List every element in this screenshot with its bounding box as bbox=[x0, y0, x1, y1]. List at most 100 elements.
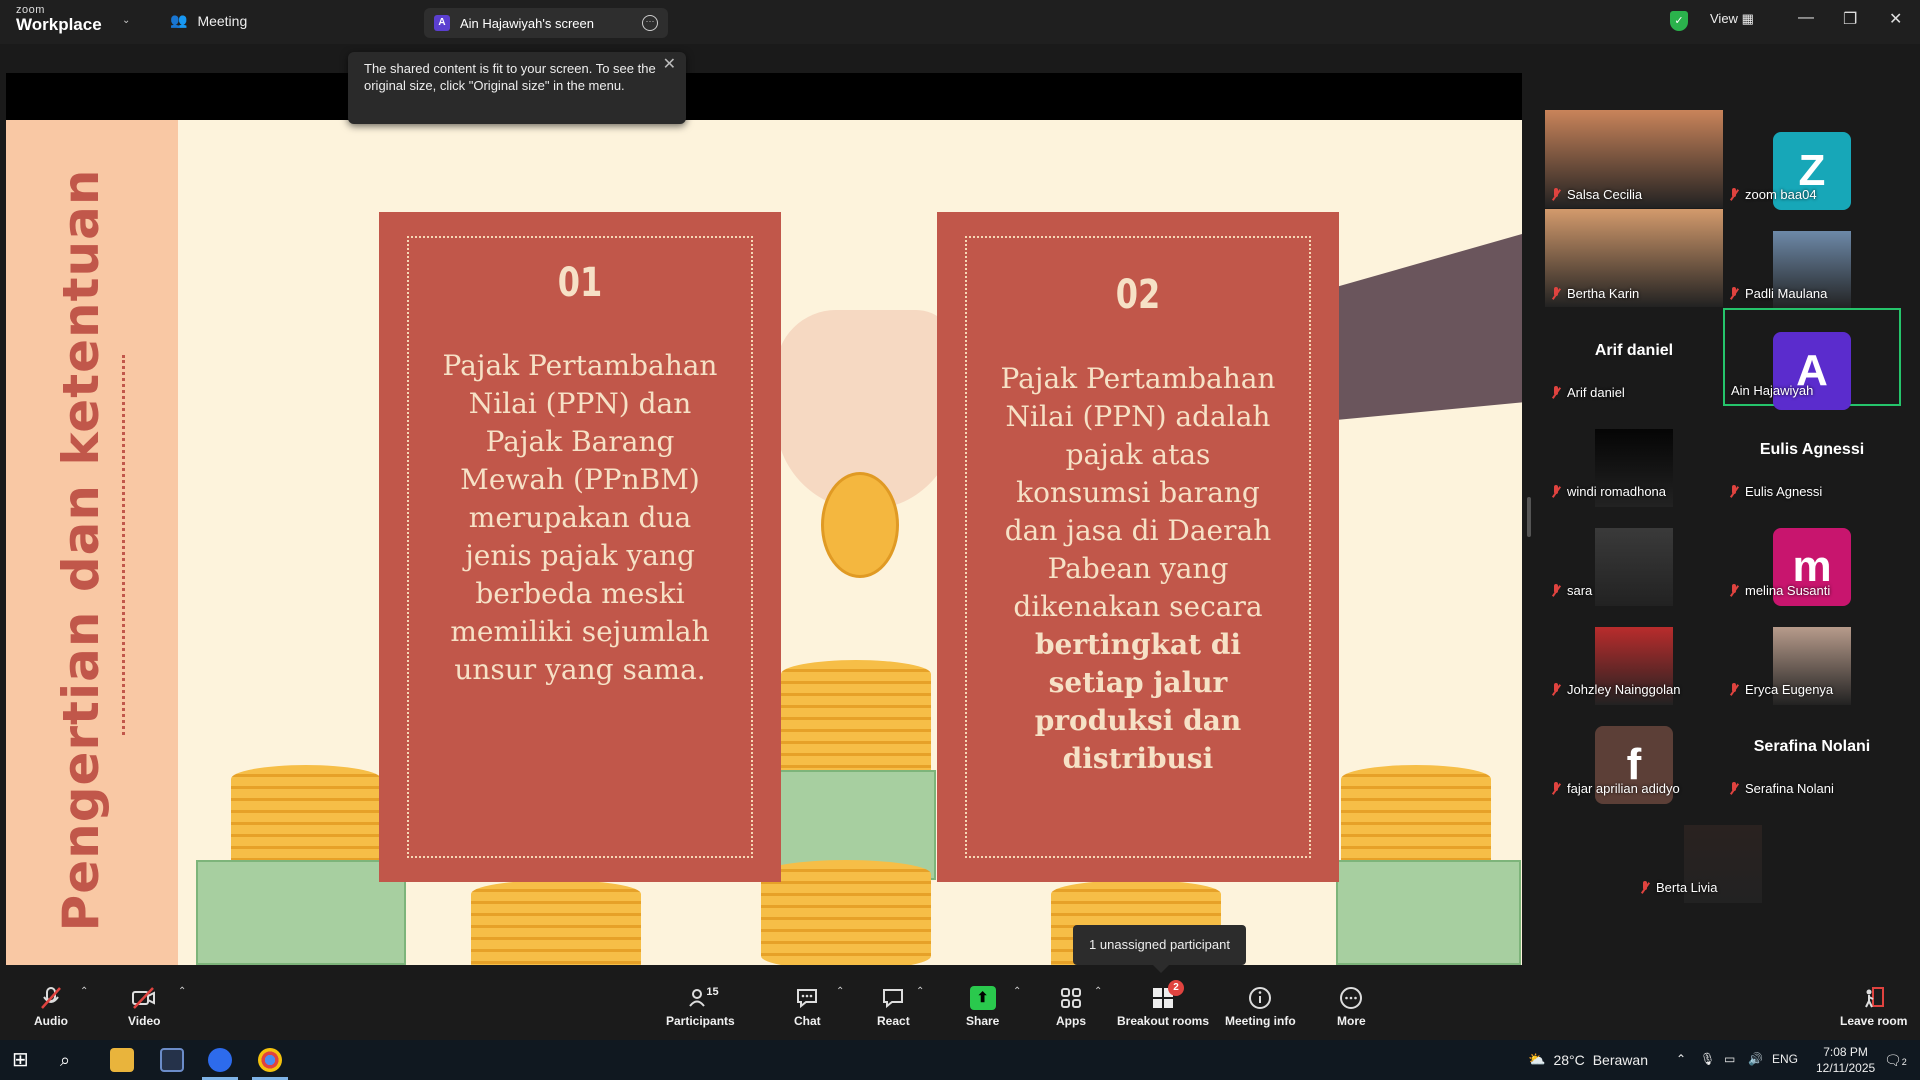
restore-icon[interactable]: ❐ bbox=[1843, 9, 1857, 29]
react-button[interactable]: React bbox=[877, 986, 910, 1028]
participant-tile[interactable]: Padli Maulana bbox=[1723, 209, 1901, 309]
breakout-rooms-icon: 2 bbox=[1150, 980, 1185, 1010]
chevron-up-icon[interactable]: ⌃ bbox=[1013, 986, 1021, 997]
participant-name-text: melina Susanti bbox=[1745, 583, 1831, 598]
search-icon[interactable]: ⌕ bbox=[60, 1048, 84, 1072]
apps-label: Apps bbox=[1056, 1014, 1086, 1028]
chat-label: Chat bbox=[794, 1014, 821, 1028]
view-button[interactable]: View ▦ bbox=[1710, 11, 1754, 27]
language-indicator[interactable]: ENG bbox=[1772, 1052, 1798, 1066]
participant-name: Berta Livia bbox=[1640, 880, 1717, 895]
participant-tile[interactable]: f fajar aprilian adidyo bbox=[1545, 704, 1723, 804]
participant-tile[interactable]: Serafina Nolani Serafina Nolani bbox=[1723, 704, 1901, 802]
mic-muted-icon bbox=[1551, 782, 1561, 795]
more-icon bbox=[1338, 986, 1364, 1010]
notification-icon[interactable]: 🗨2 bbox=[1884, 1052, 1907, 1069]
more-button[interactable]: More bbox=[1337, 986, 1366, 1028]
mic-muted-icon bbox=[1551, 683, 1561, 696]
chrome-icon[interactable] bbox=[258, 1048, 282, 1072]
system-clock[interactable]: 7:08 PM 12/11/2025 bbox=[1816, 1044, 1875, 1076]
shield-icon[interactable]: ✓ bbox=[1670, 11, 1688, 31]
participant-tile[interactable]: Berta Livia bbox=[1634, 803, 1812, 903]
participant-name: sara bbox=[1551, 583, 1592, 598]
participant-name-text: windi romadhona bbox=[1567, 484, 1667, 499]
mic-off-icon bbox=[38, 986, 64, 1010]
mic-muted-icon bbox=[1729, 485, 1739, 498]
chevron-up-icon[interactable]: ⌃ bbox=[178, 986, 186, 997]
mic-muted-icon bbox=[1729, 782, 1739, 795]
participant-name-text: Padli Maulana bbox=[1745, 286, 1828, 301]
participant-tile[interactable]: sara bbox=[1545, 506, 1723, 606]
clock-date: 12/11/2025 bbox=[1816, 1061, 1876, 1075]
dotted-divider bbox=[122, 355, 125, 735]
file-explorer-icon[interactable] bbox=[110, 1048, 134, 1072]
participant-name: Padli Maulana bbox=[1729, 286, 1827, 301]
share-button[interactable]: ⬆ Share bbox=[966, 986, 999, 1028]
chevron-up-icon[interactable]: ⌃ bbox=[836, 986, 844, 997]
participant-name: fajar aprilian adidyo bbox=[1551, 781, 1680, 796]
close-icon[interactable]: ✕ bbox=[1889, 9, 1902, 29]
participant-name-text: zoom baa04 bbox=[1745, 187, 1817, 202]
participant-name: Arif daniel bbox=[1551, 385, 1625, 400]
sleeve-illustration bbox=[1336, 230, 1522, 420]
mic-muted-icon bbox=[1551, 386, 1561, 399]
participant-name: Johzley Nainggolan bbox=[1551, 682, 1680, 697]
participant-video bbox=[1595, 528, 1673, 606]
video-label: Video bbox=[128, 1014, 161, 1028]
mic-muted-icon bbox=[1729, 287, 1739, 300]
breakout-rooms-button[interactable]: 2 Breakout rooms bbox=[1117, 980, 1209, 1028]
participant-tile[interactable]: A Ain Hajawiyah bbox=[1723, 308, 1901, 410]
chevron-down-icon[interactable]: ⌄ bbox=[122, 15, 130, 26]
more-options-icon[interactable]: ··· bbox=[642, 15, 658, 31]
participant-tile[interactable]: Salsa Cecilia bbox=[1545, 110, 1723, 208]
grid-icon: ▦ bbox=[1741, 11, 1754, 26]
card-number: 01 bbox=[557, 260, 603, 306]
volume-icon[interactable]: 🔊 bbox=[1748, 1052, 1763, 1066]
slide-side-title: Pengertian dan ketentuan bbox=[52, 168, 110, 932]
participant-avatar: A bbox=[1773, 332, 1851, 410]
people-icon: 👥 bbox=[170, 12, 188, 28]
camera-app-icon[interactable] bbox=[160, 1048, 184, 1072]
audio-button[interactable]: Audio bbox=[34, 986, 68, 1028]
leave-room-button[interactable]: Leave room bbox=[1840, 986, 1907, 1028]
mic-muted-icon bbox=[1729, 683, 1739, 696]
chevron-up-icon[interactable]: ⌃ bbox=[80, 986, 88, 997]
microphone-icon[interactable]: 🎙 bbox=[1700, 1052, 1715, 1066]
participant-tile[interactable]: Eryca Eugenya bbox=[1723, 605, 1901, 705]
presentation-slide: Pengertian dan ketentuan 01 Pajak Pertam… bbox=[6, 120, 1522, 965]
weather-widget[interactable]: ⛅ 28°C Berawan bbox=[1528, 1051, 1648, 1068]
participant-tile[interactable]: Johzley Nainggolan bbox=[1545, 605, 1723, 705]
minimize-icon[interactable]: — bbox=[1798, 9, 1814, 27]
network-icon[interactable]: ▭ bbox=[1724, 1052, 1735, 1066]
splitter-handle[interactable] bbox=[1527, 497, 1531, 537]
screen-share-tab[interactable]: A Ain Hajawiyah's screen ··· bbox=[424, 8, 668, 38]
participant-tile[interactable]: Bertha Karin bbox=[1545, 209, 1723, 307]
participant-tile[interactable]: Arif daniel Arif daniel bbox=[1545, 308, 1723, 406]
zoom-logo: zoom Workplace bbox=[16, 5, 102, 34]
meeting-tab-label: Meeting bbox=[197, 12, 248, 29]
apps-icon bbox=[1058, 986, 1084, 1010]
video-button[interactable]: Video bbox=[128, 986, 160, 1028]
participant-tile[interactable]: Eulis Agnessi Eulis Agnessi bbox=[1723, 407, 1901, 505]
close-icon[interactable]: ✕ bbox=[663, 56, 676, 73]
meeting-info-button[interactable]: Meeting info bbox=[1225, 986, 1296, 1028]
apps-button[interactable]: Apps bbox=[1056, 986, 1086, 1028]
participant-tile[interactable]: Zzoom baa04 bbox=[1723, 110, 1901, 210]
participant-tile[interactable]: windi romadhona bbox=[1545, 407, 1723, 507]
chevron-up-icon[interactable]: ⌃ bbox=[916, 986, 924, 997]
notification-count: 2 bbox=[1901, 1057, 1907, 1067]
react-label: React bbox=[877, 1014, 910, 1028]
chevron-up-icon[interactable]: ⌃ bbox=[1676, 1052, 1686, 1066]
chevron-up-icon[interactable]: ⌃ bbox=[1094, 986, 1102, 997]
card-text-regular: Pajak Pertambahan Nilai (PPN) adalah paj… bbox=[1000, 362, 1276, 623]
zoom-taskbar-icon[interactable] bbox=[208, 1048, 232, 1072]
participant-tile[interactable]: m melina Susanti bbox=[1723, 506, 1901, 606]
participant-name: Salsa Cecilia bbox=[1551, 187, 1642, 202]
windows-start-icon[interactable]: ⊞ bbox=[12, 1048, 36, 1072]
chat-button[interactable]: Chat bbox=[794, 986, 821, 1028]
participants-button[interactable]: 15 Participants bbox=[666, 986, 735, 1028]
view-label: View bbox=[1710, 11, 1738, 26]
leave-label: Leave room bbox=[1840, 1014, 1908, 1028]
windows-taskbar: ⊞ ⌕ ⛅ 28°C Berawan ⌃ 🎙 ▭ 🔊 ENG 7:08 PM 1… bbox=[0, 1040, 1920, 1080]
meeting-tab[interactable]: 👥 Meeting bbox=[170, 12, 247, 29]
